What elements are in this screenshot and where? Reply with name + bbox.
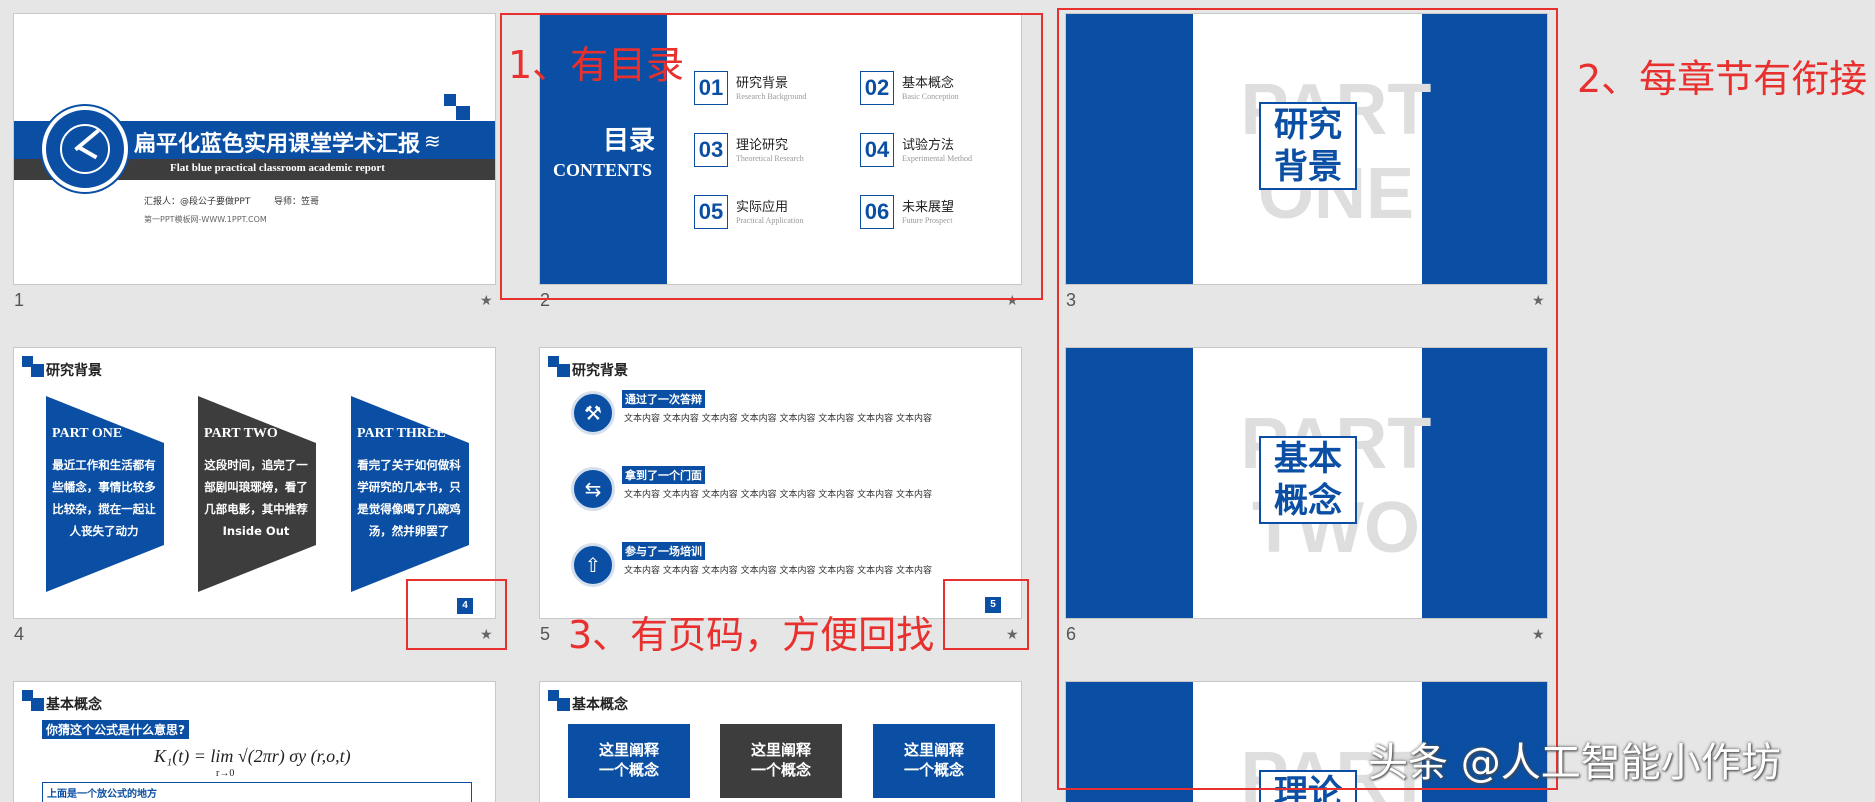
annotation-box-page4 — [406, 579, 507, 650]
slide-thumbnail-8[interactable]: 基本概念 这里阐释 一个概念 这里阐释 一个概念 这里阐释 一个概念 — [539, 681, 1022, 802]
advisor-text: 导师：笠哥 — [274, 197, 320, 207]
book-icon: ≋ — [424, 129, 441, 153]
decor-square — [444, 94, 456, 106]
slide-number: 4 — [14, 624, 25, 644]
section-header: 基本概念 — [540, 682, 1021, 722]
concept-line: 一个概念 — [598, 761, 659, 779]
annotation-box-chapters — [1057, 8, 1558, 790]
part-heading: PART THREE — [357, 426, 446, 441]
star-icon[interactable]: ★ — [480, 293, 493, 309]
row-text: 文本内容 文本内容 文本内容 文本内容 文本内容 文本内容 文本内容 文本内容 — [624, 566, 933, 576]
part-card: PART ONE 最近工作和生活都有些幡念，事情比较多比较杂，搅在一起让人丧失了… — [46, 396, 164, 592]
section-header: 基本概念 — [14, 682, 495, 722]
source-watermark: 头条 @人工智能小作坊 — [1368, 740, 1781, 786]
slide-subtitle: Flat blue practical classroom academic r… — [170, 162, 385, 174]
section-title: 研究背景 — [46, 363, 102, 379]
part-body: 这段时间，追完了一部剧叫琅琊榜，看了几部电影，其中推荐Inside Out — [204, 458, 308, 538]
row-label: 参与了一场培训 — [622, 542, 705, 560]
concept-line: 这里阐释 — [750, 741, 811, 759]
part-heading: PART TWO — [204, 426, 278, 441]
section-header: 研究背景 — [540, 348, 1021, 388]
university-logo — [42, 106, 128, 192]
part-body: 最近工作和生活都有些幡念，事情比较多比较杂，搅在一起让人丧失了动力 — [52, 458, 156, 538]
slide-number: 5 — [540, 624, 551, 644]
part-card: PART THREE 看完了关于如何做科学研究的几本书，只是觉得像喝了几碗鸡汤，… — [351, 396, 469, 592]
concept-line: 这里阐释 — [903, 741, 964, 759]
annotation-toc: 1、有目录 — [508, 43, 685, 87]
concept-line: 一个概念 — [750, 761, 811, 779]
section-header: 研究背景 — [14, 348, 495, 388]
slide-title: 扁平化蓝色实用课堂学术汇报 — [134, 132, 421, 157]
section-title: 基本概念 — [572, 697, 628, 713]
section-title: 研究背景 — [572, 363, 628, 379]
concept-line: 一个概念 — [903, 761, 964, 779]
slide-number: 1 — [14, 290, 25, 310]
section-title: 基本概念 — [46, 697, 102, 713]
row-label: 通过了一次答辩 — [622, 390, 705, 408]
row-label: 拿到了一个门面 — [622, 466, 705, 484]
part-body: 看完了关于如何做科学研究的几本书，只是觉得像喝了几碗鸡汤，然并卵罢了 — [357, 458, 461, 538]
site-text: 第一PPT模板网-WWW.1PPT.COM — [144, 215, 267, 224]
annotation-page-numbers: 3、有页码，方便回找 — [568, 613, 935, 657]
slide-thumbnail-1[interactable]: 扁平化蓝色实用课堂学术汇报 ≋ Flat blue practical clas… — [13, 13, 496, 285]
decor-square — [456, 106, 470, 120]
row-text: 文本内容 文本内容 文本内容 文本内容 文本内容 文本内容 文本内容 文本内容 — [624, 490, 933, 500]
part-card: PART TWO 这段时间，追完了一部剧叫琅琊榜，看了几部电影，其中推荐Insi… — [198, 396, 316, 592]
formula-subscript: r→0 — [216, 768, 235, 779]
swap-arrows-icon: ⇆ — [571, 467, 615, 511]
upload-arrow-icon: ⇧ — [571, 543, 615, 587]
part-heading: PART ONE — [52, 426, 123, 441]
row-text: 文本内容 文本内容 文本内容 文本内容 文本内容 文本内容 文本内容 文本内容 — [624, 414, 933, 424]
annotation-chapters: 2、每章节有衔接 — [1577, 57, 1868, 101]
formula: K₁(t) = lim √(2πr) σy (r,o,t) — [154, 746, 351, 766]
reporter-text: 汇报人：@段公子要做PPT — [144, 197, 251, 207]
annotation-box-page5 — [943, 579, 1029, 650]
note-box: 上面是一个放公式的地方 — [42, 782, 472, 802]
concept-box: 这里阐释 一个概念 — [720, 724, 842, 798]
concept-box: 这里阐释 一个概念 — [568, 724, 690, 798]
note-title: 上面是一个放公式的地方 — [47, 789, 157, 800]
question-label: 你猜这个公式是什么意思? — [42, 720, 189, 739]
concept-line: 这里阐释 — [598, 741, 659, 759]
slide-thumbnail-7[interactable]: 基本概念 你猜这个公式是什么意思? K₁(t) = lim √(2πr) σy … — [13, 681, 496, 802]
tools-icon: ⚒ — [571, 391, 615, 435]
concept-box: 这里阐释 一个概念 — [873, 724, 995, 798]
